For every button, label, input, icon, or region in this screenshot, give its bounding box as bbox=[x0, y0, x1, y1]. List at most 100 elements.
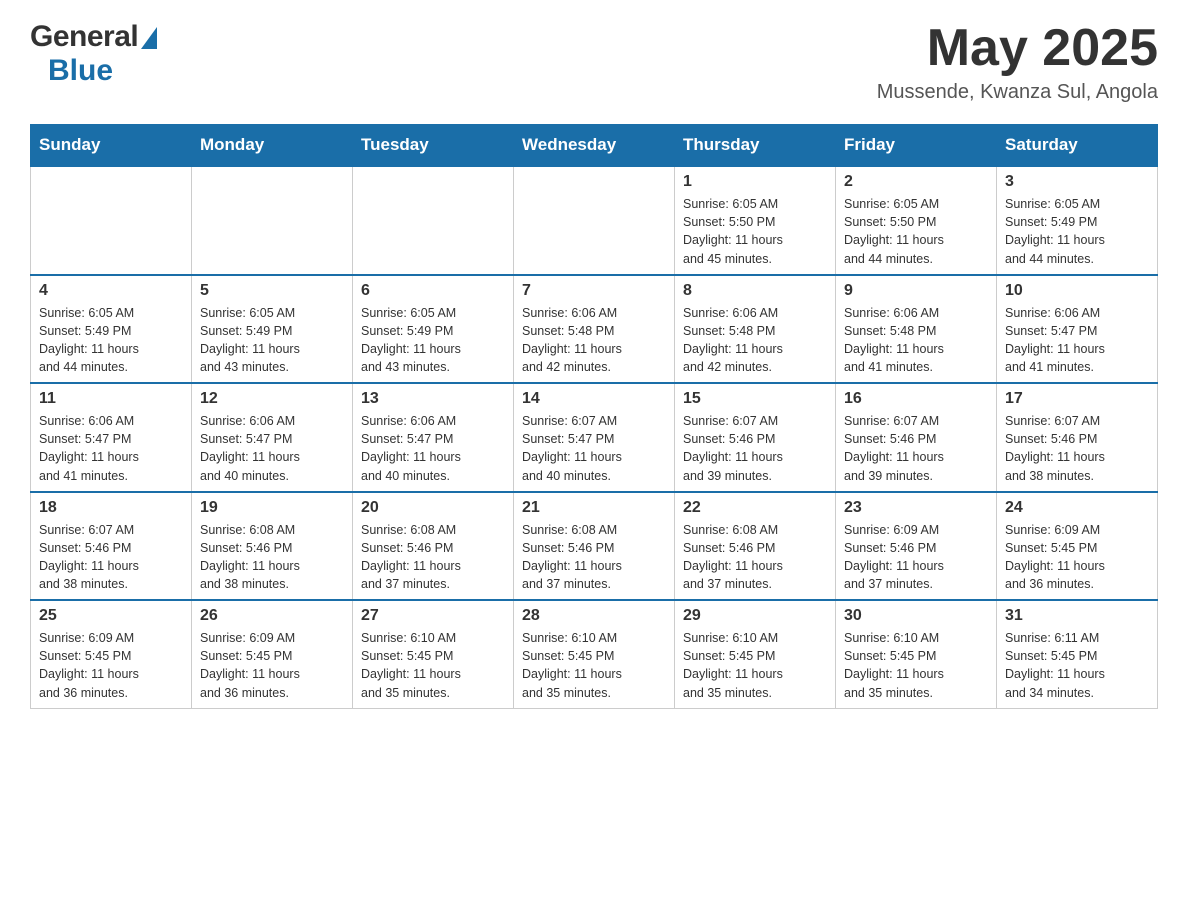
day-number: 12 bbox=[200, 390, 344, 408]
day-number: 26 bbox=[200, 607, 344, 625]
day-number: 22 bbox=[683, 499, 827, 517]
day-number: 1 bbox=[683, 173, 827, 191]
calendar-day-cell: 5 Sunrise: 6:05 AM Sunset: 5:49 PM Daylig… bbox=[192, 275, 353, 384]
calendar-week-row: 11 Sunrise: 6:06 AM Sunset: 5:47 PM Dayli… bbox=[31, 383, 1158, 492]
calendar-day-cell: 7 Sunrise: 6:06 AM Sunset: 5:48 PM Daylig… bbox=[514, 275, 675, 384]
day-info: Sunrise: 6:09 AM Sunset: 5:45 PM Dayligh… bbox=[200, 629, 344, 702]
day-info: Sunrise: 6:05 AM Sunset: 5:49 PM Dayligh… bbox=[39, 304, 183, 377]
calendar-day-cell: 17 Sunrise: 6:07 AM Sunset: 5:46 PM Dayli… bbox=[997, 383, 1158, 492]
day-number: 16 bbox=[844, 390, 988, 408]
title-section: May 2025 Mussende, Kwanza Sul, Angola bbox=[877, 20, 1158, 104]
calendar-day-cell: 12 Sunrise: 6:06 AM Sunset: 5:47 PM Dayli… bbox=[192, 383, 353, 492]
day-number: 30 bbox=[844, 607, 988, 625]
calendar-day-cell: 14 Sunrise: 6:07 AM Sunset: 5:47 PM Dayli… bbox=[514, 383, 675, 492]
calendar-day-cell: 28 Sunrise: 6:10 AM Sunset: 5:45 PM Dayli… bbox=[514, 600, 675, 708]
day-number: 3 bbox=[1005, 173, 1149, 191]
calendar-day-cell: 9 Sunrise: 6:06 AM Sunset: 5:48 PM Daylig… bbox=[836, 275, 997, 384]
day-number: 7 bbox=[522, 282, 666, 300]
day-number: 23 bbox=[844, 499, 988, 517]
calendar-day-cell bbox=[353, 166, 514, 275]
calendar-day-cell bbox=[31, 166, 192, 275]
day-info: Sunrise: 6:07 AM Sunset: 5:46 PM Dayligh… bbox=[39, 521, 183, 594]
logo-blue-text: Blue bbox=[48, 54, 157, 88]
calendar-day-cell: 26 Sunrise: 6:09 AM Sunset: 5:45 PM Dayli… bbox=[192, 600, 353, 708]
calendar-week-row: 4 Sunrise: 6:05 AM Sunset: 5:49 PM Daylig… bbox=[31, 275, 1158, 384]
calendar-day-cell: 29Sunrise: 6:10 AM Sunset: 5:45 PM Dayli… bbox=[675, 600, 836, 708]
day-info: Sunrise: 6:06 AM Sunset: 5:48 PM Dayligh… bbox=[683, 304, 827, 377]
calendar-day-cell: 8Sunrise: 6:06 AM Sunset: 5:48 PM Daylig… bbox=[675, 275, 836, 384]
calendar-day-cell: 15 Sunrise: 6:07 AM Sunset: 5:46 PM Dayli… bbox=[675, 383, 836, 492]
day-number: 11 bbox=[39, 390, 183, 408]
day-info: Sunrise: 6:09 AM Sunset: 5:45 PM Dayligh… bbox=[1005, 521, 1149, 594]
day-number: 28 bbox=[522, 607, 666, 625]
day-info: Sunrise: 6:07 AM Sunset: 5:47 PM Dayligh… bbox=[522, 412, 666, 485]
calendar-header-row: SundayMondayTuesdayWednesdayThursdayFrid… bbox=[31, 125, 1158, 167]
calendar-week-row: 18 Sunrise: 6:07 AM Sunset: 5:46 PM Dayli… bbox=[31, 492, 1158, 601]
day-info: Sunrise: 6:06 AM Sunset: 5:47 PM Dayligh… bbox=[1005, 304, 1149, 377]
day-number: 5 bbox=[200, 282, 344, 300]
day-of-week-header: Thursday bbox=[675, 125, 836, 167]
calendar-day-cell: 22 Sunrise: 6:08 AM Sunset: 5:46 PM Dayli… bbox=[675, 492, 836, 601]
day-number: 24 bbox=[1005, 499, 1149, 517]
day-info: Sunrise: 6:11 AM Sunset: 5:45 PM Dayligh… bbox=[1005, 629, 1149, 702]
calendar-week-row: 25 Sunrise: 6:09 AM Sunset: 5:45 PM Dayli… bbox=[31, 600, 1158, 708]
calendar-day-cell: 4 Sunrise: 6:05 AM Sunset: 5:49 PM Daylig… bbox=[31, 275, 192, 384]
calendar-day-cell: 31Sunrise: 6:11 AM Sunset: 5:45 PM Dayli… bbox=[997, 600, 1158, 708]
location-subtitle: Mussende, Kwanza Sul, Angola bbox=[877, 81, 1158, 104]
day-info: Sunrise: 6:09 AM Sunset: 5:45 PM Dayligh… bbox=[39, 629, 183, 702]
calendar-day-cell: 25 Sunrise: 6:09 AM Sunset: 5:45 PM Dayli… bbox=[31, 600, 192, 708]
day-info: Sunrise: 6:06 AM Sunset: 5:48 PM Dayligh… bbox=[844, 304, 988, 377]
day-info: Sunrise: 6:08 AM Sunset: 5:46 PM Dayligh… bbox=[200, 521, 344, 594]
day-info: Sunrise: 6:10 AM Sunset: 5:45 PM Dayligh… bbox=[522, 629, 666, 702]
calendar-day-cell: 16 Sunrise: 6:07 AM Sunset: 5:46 PM Dayli… bbox=[836, 383, 997, 492]
day-info: Sunrise: 6:05 AM Sunset: 5:49 PM Dayligh… bbox=[1005, 195, 1149, 268]
day-info: Sunrise: 6:10 AM Sunset: 5:45 PM Dayligh… bbox=[683, 629, 827, 702]
calendar-day-cell bbox=[192, 166, 353, 275]
month-year-title: May 2025 bbox=[877, 20, 1158, 77]
day-number: 10 bbox=[1005, 282, 1149, 300]
logo-general-text: General bbox=[30, 20, 138, 54]
calendar-day-cell: 6 Sunrise: 6:05 AM Sunset: 5:49 PM Daylig… bbox=[353, 275, 514, 384]
day-number: 18 bbox=[39, 499, 183, 517]
day-number: 25 bbox=[39, 607, 183, 625]
calendar-day-cell: 24 Sunrise: 6:09 AM Sunset: 5:45 PM Dayli… bbox=[997, 492, 1158, 601]
day-info: Sunrise: 6:06 AM Sunset: 5:47 PM Dayligh… bbox=[361, 412, 505, 485]
calendar-day-cell: 10 Sunrise: 6:06 AM Sunset: 5:47 PM Dayli… bbox=[997, 275, 1158, 384]
day-number: 19 bbox=[200, 499, 344, 517]
day-info: Sunrise: 6:07 AM Sunset: 5:46 PM Dayligh… bbox=[1005, 412, 1149, 485]
day-of-week-header: Wednesday bbox=[514, 125, 675, 167]
day-info: Sunrise: 6:08 AM Sunset: 5:46 PM Dayligh… bbox=[683, 521, 827, 594]
day-number: 15 bbox=[683, 390, 827, 408]
day-number: 4 bbox=[39, 282, 183, 300]
day-info: Sunrise: 6:06 AM Sunset: 5:48 PM Dayligh… bbox=[522, 304, 666, 377]
day-of-week-header: Saturday bbox=[997, 125, 1158, 167]
calendar-day-cell: 27 Sunrise: 6:10 AM Sunset: 5:45 PM Dayli… bbox=[353, 600, 514, 708]
day-info: Sunrise: 6:07 AM Sunset: 5:46 PM Dayligh… bbox=[844, 412, 988, 485]
day-number: 2 bbox=[844, 173, 988, 191]
day-info: Sunrise: 6:07 AM Sunset: 5:46 PM Dayligh… bbox=[683, 412, 827, 485]
calendar-day-cell: 11 Sunrise: 6:06 AM Sunset: 5:47 PM Dayli… bbox=[31, 383, 192, 492]
day-number: 27 bbox=[361, 607, 505, 625]
day-number: 20 bbox=[361, 499, 505, 517]
day-info: Sunrise: 6:10 AM Sunset: 5:45 PM Dayligh… bbox=[844, 629, 988, 702]
day-info: Sunrise: 6:05 AM Sunset: 5:50 PM Dayligh… bbox=[683, 195, 827, 268]
day-info: Sunrise: 6:08 AM Sunset: 5:46 PM Dayligh… bbox=[361, 521, 505, 594]
logo-arrow-icon bbox=[141, 27, 157, 49]
day-info: Sunrise: 6:10 AM Sunset: 5:45 PM Dayligh… bbox=[361, 629, 505, 702]
calendar-day-cell: 2 Sunrise: 6:05 AM Sunset: 5:50 PM Daylig… bbox=[836, 166, 997, 275]
day-number: 9 bbox=[844, 282, 988, 300]
day-number: 17 bbox=[1005, 390, 1149, 408]
logo: General Blue bbox=[30, 20, 157, 88]
day-number: 21 bbox=[522, 499, 666, 517]
day-info: Sunrise: 6:05 AM Sunset: 5:50 PM Dayligh… bbox=[844, 195, 988, 268]
day-info: Sunrise: 6:05 AM Sunset: 5:49 PM Dayligh… bbox=[361, 304, 505, 377]
day-info: Sunrise: 6:05 AM Sunset: 5:49 PM Dayligh… bbox=[200, 304, 344, 377]
day-info: Sunrise: 6:06 AM Sunset: 5:47 PM Dayligh… bbox=[200, 412, 344, 485]
day-number: 6 bbox=[361, 282, 505, 300]
calendar-day-cell: 30 Sunrise: 6:10 AM Sunset: 5:45 PM Dayli… bbox=[836, 600, 997, 708]
day-number: 14 bbox=[522, 390, 666, 408]
calendar-week-row: 1 Sunrise: 6:05 AM Sunset: 5:50 PM Daylig… bbox=[31, 166, 1158, 275]
day-info: Sunrise: 6:06 AM Sunset: 5:47 PM Dayligh… bbox=[39, 412, 183, 485]
calendar-day-cell: 23Sunrise: 6:09 AM Sunset: 5:46 PM Dayli… bbox=[836, 492, 997, 601]
calendar-day-cell bbox=[514, 166, 675, 275]
